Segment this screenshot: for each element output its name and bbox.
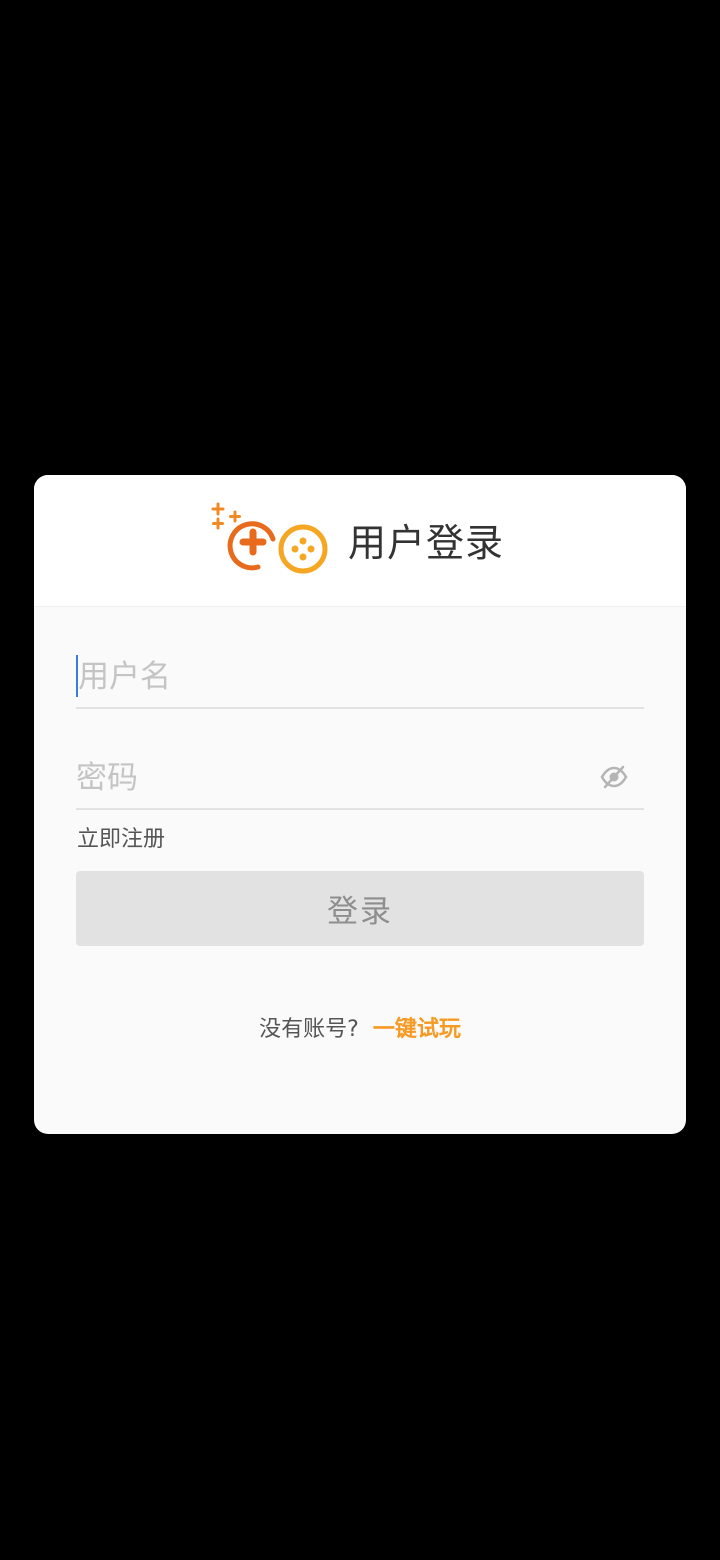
footer: 没有账号? 一键试玩: [34, 1014, 686, 1046]
dialog-header: 用户登录: [34, 475, 686, 607]
no-account-prompt: 没有账号?: [259, 1017, 359, 1042]
username-input[interactable]: [76, 647, 578, 707]
password-input[interactable]: [76, 748, 576, 808]
gamepad-logo-icon: [211, 502, 328, 574]
quick-trial-link[interactable]: 一键试玩: [373, 1017, 461, 1042]
login-button[interactable]: 登录: [76, 871, 644, 946]
password-field[interactable]: [76, 748, 644, 810]
username-field[interactable]: [76, 647, 644, 709]
register-link[interactable]: 立即注册: [77, 825, 165, 855]
dialog-title: 用户登录: [348, 521, 505, 565]
eye-off-icon[interactable]: [600, 764, 628, 790]
login-dialog: 用户登录 立即注册 登录 没有账号? 一键试玩: [34, 475, 686, 1134]
